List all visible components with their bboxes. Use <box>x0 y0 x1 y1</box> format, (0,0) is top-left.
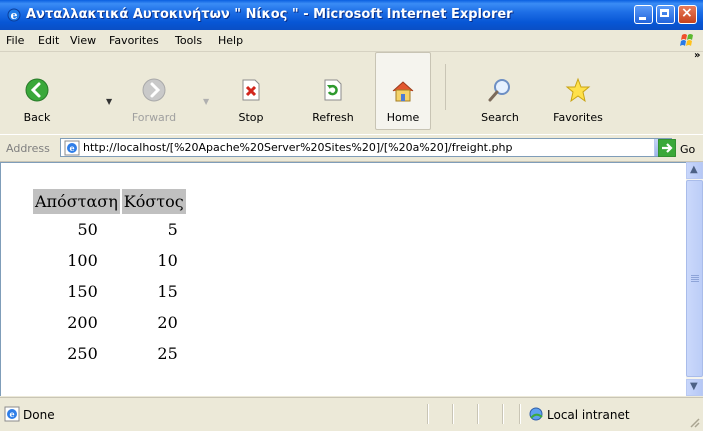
column-header-distance: Απόσταση <box>33 189 120 214</box>
grip-icon <box>691 275 699 283</box>
search-button[interactable]: Search <box>472 52 528 130</box>
address-input[interactable]: e http://localhost/[%20Apache%20Server%2… <box>60 138 672 157</box>
resize-grip-icon[interactable] <box>688 416 700 428</box>
stop-icon <box>242 79 260 101</box>
svg-text:e: e <box>11 9 18 22</box>
chevron-down-icon: ▼ <box>690 381 698 392</box>
close-icon: × <box>681 5 693 21</box>
chevron-up-icon: ▲ <box>690 164 698 175</box>
scroll-up-button[interactable]: ▲ <box>686 162 703 179</box>
menu-favorites[interactable]: Favorites <box>109 34 159 47</box>
refresh-icon <box>324 79 342 101</box>
cost-cell: 15 <box>157 282 178 301</box>
toolbar: Back ▼ Forward ▼ Stop Refresh Home Searc… <box>0 50 703 134</box>
table-row: 100 10 <box>33 247 186 276</box>
page-content: Απόσταση Κόστος 50 5 100 10 150 15 200 2… <box>0 162 686 396</box>
security-zone-text: Local intranet <box>547 408 630 422</box>
close-button[interactable]: × <box>678 5 697 24</box>
scroll-thumb[interactable] <box>686 180 703 377</box>
back-label: Back <box>23 111 51 124</box>
page-ie-icon: e <box>64 140 80 156</box>
freight-table: Απόσταση Κόστος 50 5 100 10 150 15 200 2… <box>31 187 188 371</box>
favorites-label: Favorites <box>553 111 603 124</box>
windows-flag-icon <box>680 34 693 46</box>
forward-icon <box>142 78 166 102</box>
menu-tools[interactable]: Tools <box>175 34 202 47</box>
refresh-label: Refresh <box>312 111 354 124</box>
vertical-scrollbar[interactable]: ▲ ▼ <box>686 162 703 396</box>
title-bar[interactable]: e Ανταλλακτικά Αυτοκινήτων " Νίκος " - M… <box>0 0 703 30</box>
table-row: 50 5 <box>33 216 186 245</box>
menu-edit[interactable]: Edit <box>38 34 59 47</box>
address-url: http://localhost/[%20Apache%20Server%20S… <box>83 141 513 154</box>
cost-cell: 10 <box>157 251 178 270</box>
forward-label: Forward <box>131 111 177 124</box>
go-button-label[interactable]: Go <box>680 143 695 156</box>
column-header-cost: Κόστος <box>121 189 186 214</box>
intranet-icon <box>529 407 543 421</box>
distance-cell: 200 <box>67 313 98 332</box>
table-row: 250 25 <box>33 340 186 369</box>
distance-cell: 250 <box>67 344 98 363</box>
search-label: Search <box>481 111 519 124</box>
favorites-star-icon <box>565 77 591 103</box>
window-title: Ανταλλακτικά Αυτοκινήτων " Νίκος " - Mic… <box>26 7 513 22</box>
home-label: Home <box>386 111 420 124</box>
forward-history-dropdown[interactable]: ▼ <box>203 97 209 106</box>
menu-view[interactable]: View <box>70 34 96 47</box>
table-header-row: Απόσταση Κόστος <box>33 189 186 214</box>
refresh-button[interactable]: Refresh <box>303 52 363 130</box>
status-bar: e Done Local intranet <box>0 397 703 431</box>
menu-bar: File Edit View Favorites Tools Help <box>0 30 703 52</box>
stop-button[interactable]: Stop <box>228 52 274 130</box>
page-done-icon: e <box>4 406 20 422</box>
forward-button[interactable]: Forward <box>124 52 184 130</box>
svg-text:e: e <box>69 143 74 153</box>
maximize-button[interactable] <box>656 5 675 24</box>
address-bar: Address e http://localhost/[%20Apache%20… <box>0 134 703 162</box>
distance-cell: 100 <box>67 251 98 270</box>
scroll-down-button[interactable]: ▼ <box>686 379 703 396</box>
maximize-icon <box>660 9 669 17</box>
menu-help[interactable]: Help <box>218 34 243 47</box>
home-icon <box>392 81 414 102</box>
go-arrow-icon[interactable] <box>658 139 676 157</box>
cost-cell: 25 <box>157 344 178 363</box>
distance-cell: 50 <box>77 220 98 239</box>
minimize-button[interactable] <box>634 5 653 24</box>
table-row: 150 15 <box>33 278 186 307</box>
minimize-icon <box>639 17 646 20</box>
toolbar-overflow-chevron[interactable]: » <box>694 50 700 61</box>
table-row: 200 20 <box>33 309 186 338</box>
search-icon <box>488 79 510 102</box>
cost-cell: 20 <box>157 313 178 332</box>
stop-label: Stop <box>238 111 264 124</box>
favorites-button[interactable]: Favorites <box>548 52 608 130</box>
back-history-dropdown[interactable]: ▼ <box>106 97 112 106</box>
ie-icon: e <box>7 8 21 22</box>
address-label: Address <box>6 142 50 155</box>
back-button[interactable]: Back <box>14 52 60 130</box>
back-icon <box>25 78 49 102</box>
home-button[interactable]: Home <box>375 52 431 130</box>
status-text: Done <box>23 408 55 422</box>
menu-file[interactable]: File <box>6 34 24 47</box>
cost-cell: 5 <box>167 220 178 239</box>
distance-cell: 150 <box>67 282 98 301</box>
svg-text:e: e <box>9 409 14 419</box>
